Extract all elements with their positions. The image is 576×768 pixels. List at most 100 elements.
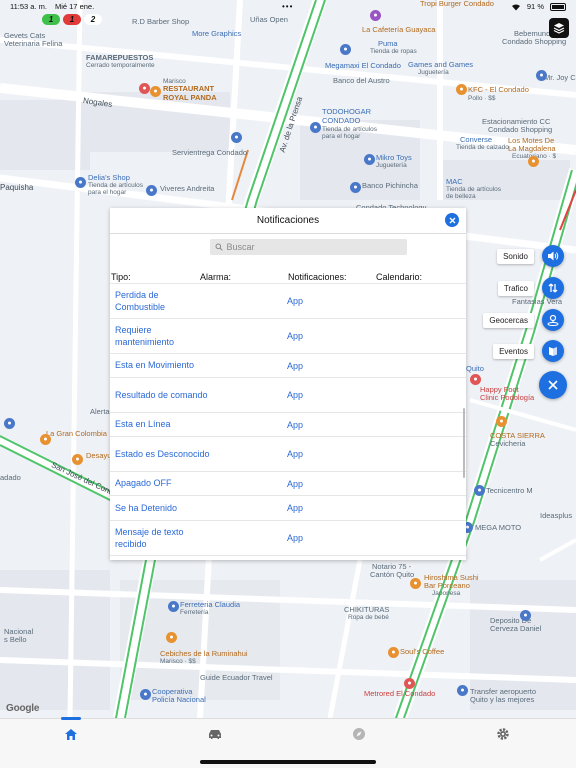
tab-home[interactable] (62, 725, 80, 743)
table-row[interactable]: Estado es Desconocido App (110, 437, 466, 472)
column-header-type: Tipo: (111, 272, 131, 282)
notification-channel[interactable]: App (287, 361, 367, 371)
sound-button[interactable] (542, 245, 564, 267)
geofences-label[interactable]: Geocercas (483, 312, 534, 328)
compass-icon (353, 728, 365, 740)
layers-icon (553, 23, 565, 34)
map-label: Juguetería (418, 69, 449, 76)
gear-icon (497, 728, 509, 740)
tab-history[interactable] (350, 725, 368, 743)
map-label: para el hogar (322, 133, 361, 140)
traffic-label[interactable]: Trafico (497, 280, 534, 296)
shop-pin-icon[interactable]: ● (364, 154, 375, 165)
restaurant-pin-icon[interactable]: ● (528, 156, 539, 167)
map-label: Megamaxi El Condado (325, 61, 401, 70)
status-date: Mié 17 ene. (54, 2, 95, 11)
poi-pin-icon[interactable]: ● (4, 418, 15, 429)
events-action-row: Eventos (493, 340, 564, 362)
events-button[interactable] (542, 340, 564, 362)
notification-channel[interactable]: App (287, 479, 367, 489)
table-row[interactable]: Apagado OFF App (110, 472, 466, 496)
tab-settings[interactable] (494, 725, 512, 743)
shop-pin-icon[interactable]: ● (231, 132, 242, 143)
geofences-button[interactable] (542, 309, 564, 331)
bank-pin-icon[interactable]: ● (350, 182, 361, 193)
close-actions-button[interactable] (539, 371, 567, 399)
vehicle-counters: 1 1 2 (42, 14, 102, 25)
notification-type[interactable]: Esta en Línea (115, 418, 287, 430)
restaurant-pin-icon[interactable]: ● (166, 632, 177, 643)
column-header-alarm: Alarma: (200, 272, 232, 282)
notification-channel[interactable]: App (287, 390, 367, 400)
poi-pin-icon[interactable]: ● (140, 689, 151, 700)
battery-icon (550, 2, 566, 11)
table-row[interactable]: Esta en Movimiento App (110, 354, 466, 378)
restaurant-pin-icon[interactable]: ● (388, 647, 399, 658)
search-field[interactable] (209, 239, 407, 255)
poi-pin-icon[interactable]: ● (139, 83, 150, 94)
clinic-pin-icon[interactable]: ● (404, 678, 415, 689)
poi-pin-icon[interactable]: ● (457, 685, 468, 696)
notification-channel[interactable]: App (287, 503, 367, 513)
notification-channel[interactable]: App (287, 296, 367, 306)
table-row[interactable]: Se ha Detenido App (110, 496, 466, 521)
map-label: Servientrega Condado (172, 148, 248, 157)
restaurant-pin-icon[interactable]: ● (496, 416, 507, 427)
search-input[interactable] (226, 242, 397, 252)
modal-scrollbar[interactable] (463, 408, 465, 478)
poi-pin-icon[interactable]: ● (520, 610, 531, 621)
table-row[interactable]: Perdida de Combustible App (110, 284, 466, 319)
traffic-button[interactable] (542, 277, 564, 299)
notification-channel[interactable]: App (287, 420, 367, 430)
table-row[interactable]: Requiere mantenimiento App (110, 319, 466, 354)
restaurant-pin-icon[interactable]: ● (410, 578, 421, 589)
restaurant-pin-icon[interactable]: ● (150, 86, 161, 97)
multitasking-dots-icon[interactable]: ••• (282, 2, 293, 11)
map-label: Veterinaria Felina (4, 39, 63, 48)
table-row[interactable]: Mensaje de texto recibido App (110, 521, 466, 556)
notification-type[interactable]: Se ha Detenido (115, 502, 287, 514)
restaurant-pin-icon[interactable]: ● (40, 434, 51, 445)
notification-type[interactable]: Apagado OFF (115, 477, 287, 489)
sound-label[interactable]: Sonido (497, 248, 534, 264)
shop-pin-icon[interactable]: ● (168, 601, 179, 612)
table-row[interactable]: Resultado de comando App (110, 378, 466, 413)
map-label: adado (0, 473, 21, 482)
restaurant-pin-icon[interactable]: ● (72, 454, 83, 465)
active-tab-indicator (61, 717, 81, 720)
clinic-pin-icon[interactable]: ● (470, 374, 481, 385)
notification-type[interactable]: Perdida de Combustible (115, 289, 211, 313)
poi-pin-icon[interactable]: ● (536, 70, 547, 81)
shop-pin-icon[interactable]: ● (310, 122, 321, 133)
notification-channel[interactable]: App (287, 449, 367, 459)
table-row[interactable]: Esta en Línea App (110, 413, 466, 437)
events-label[interactable]: Eventos (493, 343, 534, 359)
map-layers-button[interactable] (549, 18, 569, 38)
total-counter-badge[interactable]: 2 (84, 14, 102, 25)
notification-type[interactable]: Estado es Desconocido (115, 448, 211, 460)
map-label: Mr. Joy C (544, 73, 576, 82)
shop-pin-icon[interactable]: ● (340, 44, 351, 55)
notification-type[interactable]: Requiere mantenimiento (115, 324, 211, 348)
tab-vehicles[interactable] (206, 725, 224, 743)
shop-pin-icon[interactable]: ● (146, 185, 157, 196)
search-container (110, 234, 466, 260)
map-label: Tienda de calzado (456, 144, 509, 151)
notification-type[interactable]: Esta en Movimiento (115, 359, 287, 371)
map-label: ROYAL PANDA (163, 93, 217, 102)
notification-type[interactable]: Mensaje de texto recibido (115, 526, 211, 550)
map-label: para el hogar (88, 189, 127, 196)
notification-type[interactable]: Resultado de comando (115, 389, 211, 401)
shop-pin-icon[interactable]: ● (75, 177, 86, 188)
map-label: Fantasias Vera (512, 297, 563, 306)
modal-close-button[interactable] (445, 213, 459, 227)
notification-channel[interactable]: App (287, 533, 367, 543)
poi-pin-icon[interactable]: ● (474, 485, 485, 496)
google-logo: Google (6, 703, 40, 714)
notification-channel[interactable]: App (287, 331, 367, 341)
map-label: Japonesa (432, 590, 461, 597)
offline-counter-badge[interactable]: 1 (63, 14, 81, 25)
restaurant-pin-icon[interactable]: ● (456, 84, 467, 95)
online-counter-badge[interactable]: 1 (42, 14, 60, 25)
status-bar: 11:53 a. m. Mié 17 ene. ••• 91 % (0, 0, 576, 13)
